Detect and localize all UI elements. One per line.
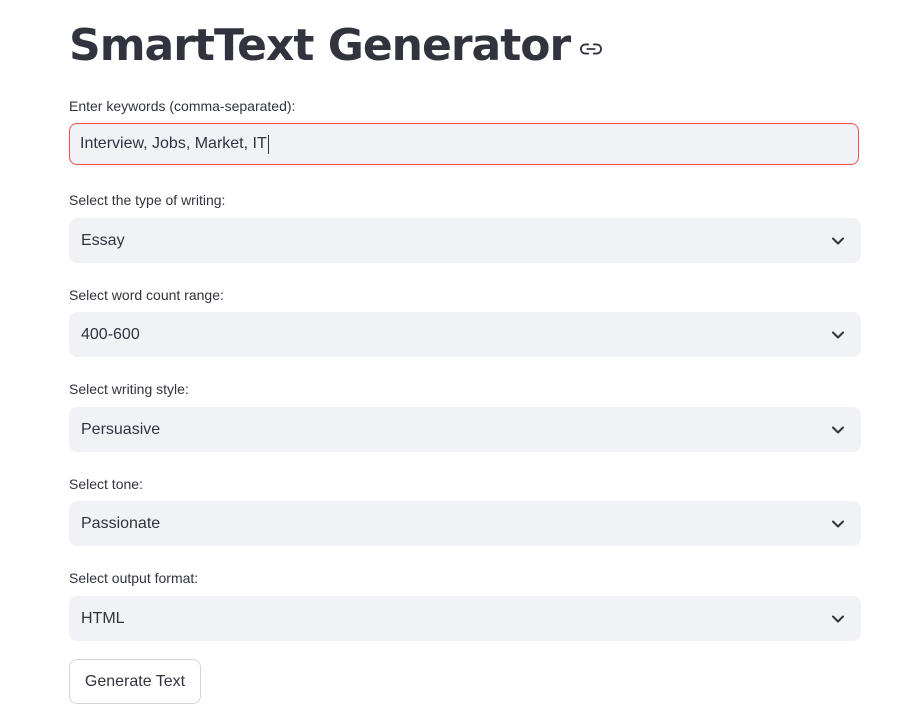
writing-style-value: Persuasive [81,420,161,438]
title-row: SmartText Generator [69,14,603,78]
word-count-label: Select word count range: [69,287,224,303]
chevron-down-icon [831,234,845,248]
tone-value: Passionate [81,514,161,532]
writing-type-value: Essay [81,231,125,249]
link-icon[interactable] [580,38,603,60]
tone-label: Select tone: [69,476,143,492]
output-format-select[interactable]: HTML [69,596,861,641]
keywords-input-value: Interview, Jobs, Market, IT [80,135,267,152]
word-count-value: 400-600 [81,325,140,343]
keywords-input[interactable]: Interview, Jobs, Market, IT [69,123,859,165]
writing-type-label: Select the type of writing: [69,192,226,208]
output-format-label: Select output format: [69,570,199,586]
tone-select[interactable]: Passionate [69,501,861,546]
chevron-down-icon [831,423,845,437]
page-title: SmartText Generator [69,20,571,71]
chevron-down-icon [831,612,845,626]
chevron-down-icon [831,517,845,531]
output-format-value: HTML [81,609,125,627]
app-main: SmartText Generator Enter keywords (comm… [0,0,918,720]
text-caret [267,134,269,154]
writing-style-label: Select writing style: [69,381,189,397]
chevron-down-icon [831,328,845,342]
word-count-select[interactable]: 400-600 [69,312,861,357]
generate-text-button[interactable]: Generate Text [69,659,201,704]
writing-style-select[interactable]: Persuasive [69,407,861,452]
writing-type-select[interactable]: Essay [69,218,861,263]
keywords-label: Enter keywords (comma-separated): [69,98,296,114]
